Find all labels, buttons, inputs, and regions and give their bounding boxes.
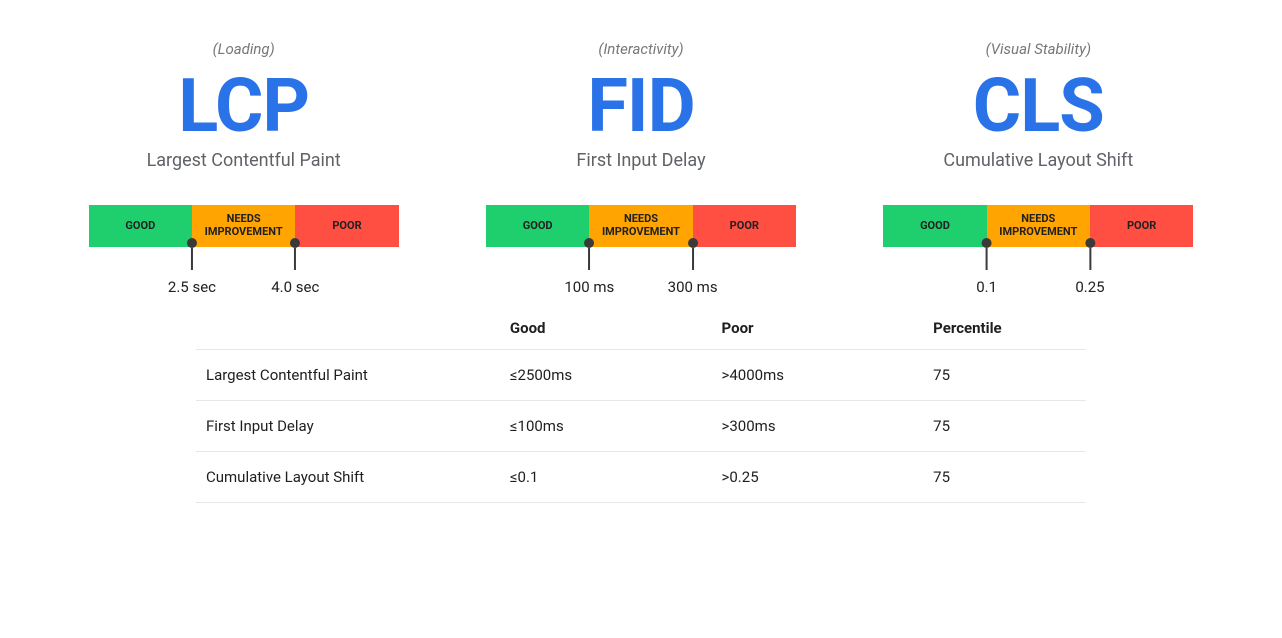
metric-abbr: CLS <box>973 70 1104 144</box>
tick-stem-icon <box>294 248 296 270</box>
threshold-label: 100 ms <box>564 278 614 296</box>
header-poor: Poor <box>712 307 924 350</box>
threshold-tick-2: 4.0 sec <box>271 238 319 296</box>
threshold-tick-1: 0.1 <box>976 238 997 296</box>
metric-abbr: LCP <box>178 70 309 144</box>
tick-dot-icon <box>584 238 594 248</box>
threshold-tick-2: 0.25 <box>1075 238 1104 296</box>
metric-category: (Interactivity) <box>598 40 683 58</box>
threshold-segments: GOOD NEEDS IMPROVEMENT POOR <box>883 205 1193 247</box>
segment-good: GOOD <box>883 205 986 247</box>
tick-dot-icon <box>982 238 992 248</box>
threshold-label: 0.1 <box>976 278 997 296</box>
tick-stem-icon <box>692 248 694 270</box>
cell-good: ≤0.1 <box>500 452 712 503</box>
tick-dot-icon <box>290 238 300 248</box>
header-name <box>196 307 500 350</box>
metric-abbr: FID <box>587 70 694 144</box>
metric-name: First Input Delay <box>576 150 705 171</box>
tick-stem-icon <box>588 248 590 270</box>
threshold-label: 4.0 sec <box>271 278 319 296</box>
threshold-bar: GOOD NEEDS IMPROVEMENT POOR 0.1 0.25 <box>883 205 1193 247</box>
threshold-label: 2.5 sec <box>168 278 216 296</box>
tick-dot-icon <box>1085 238 1095 248</box>
threshold-label: 0.25 <box>1075 278 1104 296</box>
metric-fid: (Interactivity) FID First Input Delay GO… <box>457 40 824 247</box>
header-percentile: Percentile <box>923 307 1086 350</box>
threshold-segments: GOOD NEEDS IMPROVEMENT POOR <box>486 205 796 247</box>
metric-name: Largest Contentful Paint <box>147 150 341 171</box>
tick-stem-icon <box>986 248 988 270</box>
threshold-tick-1: 100 ms <box>564 238 614 296</box>
tick-stem-icon <box>1089 248 1091 270</box>
table-body: Largest Contentful Paint ≤2500ms >4000ms… <box>196 350 1086 503</box>
table-header-row: Good Poor Percentile <box>196 307 1086 350</box>
cell-poor: >4000ms <box>712 350 924 401</box>
thresholds-table: Good Poor Percentile Largest Contentful … <box>196 307 1086 503</box>
metric-name: Cumulative Layout Shift <box>943 150 1133 171</box>
metric-category: (Visual Stability) <box>986 40 1091 58</box>
segment-poor: POOR <box>1090 205 1193 247</box>
cell-percentile: 75 <box>923 401 1086 452</box>
metric-cls: (Visual Stability) CLS Cumulative Layout… <box>855 40 1222 247</box>
threshold-label: 300 ms <box>668 278 718 296</box>
table-row: Largest Contentful Paint ≤2500ms >4000ms… <box>196 350 1086 401</box>
tick-dot-icon <box>688 238 698 248</box>
tick-stem-icon <box>191 248 193 270</box>
tick-dot-icon <box>187 238 197 248</box>
cell-percentile: 75 <box>923 350 1086 401</box>
table-row: Cumulative Layout Shift ≤0.1 >0.25 75 <box>196 452 1086 503</box>
cell-name: Largest Contentful Paint <box>196 350 500 401</box>
threshold-bar: GOOD NEEDS IMPROVEMENT POOR 100 ms 300 m… <box>486 205 796 247</box>
cell-good: ≤2500ms <box>500 350 712 401</box>
header-good: Good <box>500 307 712 350</box>
metric-category: (Loading) <box>213 40 275 58</box>
threshold-tick-1: 2.5 sec <box>168 238 216 296</box>
threshold-bar: GOOD NEEDS IMPROVEMENT POOR 2.5 sec 4.0 … <box>89 205 399 247</box>
table-row: First Input Delay ≤100ms >300ms 75 <box>196 401 1086 452</box>
cell-percentile: 75 <box>923 452 1086 503</box>
cell-name: Cumulative Layout Shift <box>196 452 500 503</box>
cell-poor: >300ms <box>712 401 924 452</box>
cell-name: First Input Delay <box>196 401 500 452</box>
table-head: Good Poor Percentile <box>196 307 1086 350</box>
cell-poor: >0.25 <box>712 452 924 503</box>
cell-good: ≤100ms <box>500 401 712 452</box>
metric-lcp: (Loading) LCP Largest Contentful Paint G… <box>60 40 427 247</box>
metrics-row: (Loading) LCP Largest Contentful Paint G… <box>60 40 1222 247</box>
threshold-segments: GOOD NEEDS IMPROVEMENT POOR <box>89 205 399 247</box>
threshold-tick-2: 300 ms <box>668 238 718 296</box>
